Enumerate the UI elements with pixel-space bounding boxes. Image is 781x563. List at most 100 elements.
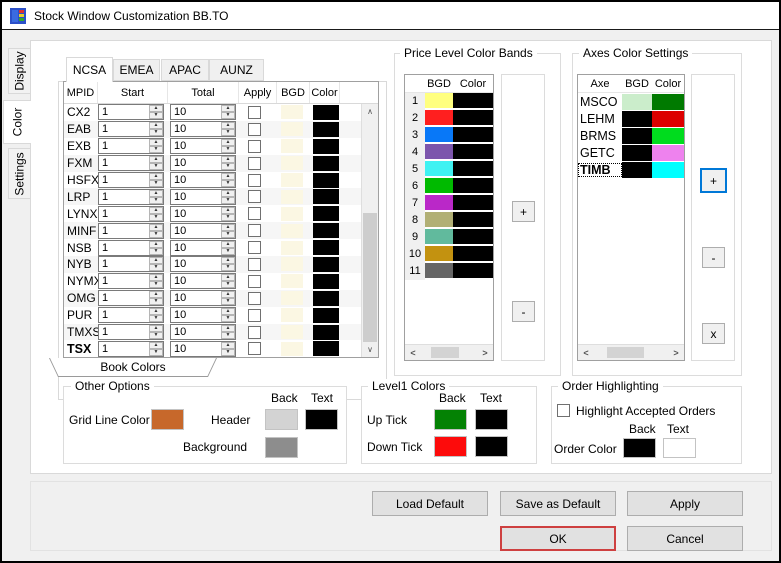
- spin-up-icon[interactable]: ▲: [149, 341, 163, 349]
- apply-checkbox[interactable]: [248, 241, 261, 255]
- start-value[interactable]: 1: [99, 342, 149, 356]
- bgd-swatch[interactable]: [281, 291, 303, 306]
- spin-down-icon[interactable]: ▼: [149, 112, 163, 120]
- up-tick-text-swatch[interactable]: [475, 409, 508, 430]
- color-swatch[interactable]: [313, 172, 339, 188]
- spin-up-icon[interactable]: ▲: [149, 325, 163, 333]
- bgd-swatch[interactable]: [425, 246, 453, 262]
- axe-label[interactable]: GETC: [578, 146, 622, 160]
- color-swatch[interactable]: [652, 144, 684, 161]
- apply-checkbox[interactable]: [248, 274, 261, 288]
- spin-up-icon[interactable]: ▲: [221, 240, 235, 248]
- apply-checkbox[interactable]: [248, 224, 261, 238]
- total-spinner[interactable]: 10 ▲ ▼: [170, 121, 236, 138]
- bgd-swatch[interactable]: [281, 189, 303, 204]
- total-spinner[interactable]: 10 ▲ ▼: [170, 188, 236, 205]
- total-spinner[interactable]: 10 ▲ ▼: [170, 138, 236, 155]
- scroll-left-icon[interactable]: <: [578, 348, 594, 358]
- total-spinner[interactable]: 10 ▲ ▼: [170, 172, 236, 188]
- order-back-swatch[interactable]: [623, 438, 656, 458]
- bgd-swatch[interactable]: [281, 156, 303, 171]
- tab-ncsa[interactable]: NCSA: [66, 57, 113, 82]
- start-value[interactable]: 1: [99, 173, 149, 187]
- spin-down-icon[interactable]: ▼: [221, 348, 235, 356]
- tab-apac[interactable]: APAC: [161, 59, 209, 81]
- spin-up-icon[interactable]: ▲: [221, 156, 235, 164]
- start-spinner[interactable]: 1 ▲ ▼: [98, 340, 164, 357]
- spin-up-icon[interactable]: ▲: [149, 223, 163, 231]
- start-spinner[interactable]: 1 ▲ ▼: [98, 307, 164, 324]
- total-value[interactable]: 10: [171, 173, 221, 187]
- scrollbar-track[interactable]: [594, 345, 668, 360]
- axe-label[interactable]: LEHM: [578, 112, 622, 126]
- ok-button[interactable]: OK: [500, 526, 616, 551]
- apply-checkbox[interactable]: [248, 190, 261, 204]
- apply-checkbox[interactable]: [248, 156, 261, 170]
- axis-row[interactable]: BRMS: [578, 127, 684, 144]
- total-value[interactable]: 10: [171, 122, 221, 136]
- header-text-swatch[interactable]: [305, 409, 338, 430]
- spin-down-icon[interactable]: ▼: [149, 281, 163, 289]
- bgd-swatch[interactable]: [622, 161, 652, 178]
- spin-down-icon[interactable]: ▼: [149, 196, 163, 204]
- bgd-swatch[interactable]: [425, 127, 453, 143]
- bgd-swatch[interactable]: [281, 122, 303, 137]
- color-swatch[interactable]: [313, 273, 339, 289]
- total-value[interactable]: 10: [171, 241, 221, 255]
- color-swatch[interactable]: [453, 144, 493, 160]
- spin-down-icon[interactable]: ▼: [149, 180, 163, 187]
- color-swatch[interactable]: [313, 104, 339, 120]
- remove-band-button[interactable]: -: [512, 301, 535, 322]
- bgd-swatch[interactable]: [281, 173, 303, 187]
- total-spinner[interactable]: 10 ▲ ▼: [170, 205, 236, 222]
- spin-up-icon[interactable]: ▲: [149, 206, 163, 214]
- save-as-default-button[interactable]: Save as Default: [500, 491, 616, 516]
- apply-checkbox[interactable]: [248, 173, 261, 187]
- spin-down-icon[interactable]: ▼: [221, 196, 235, 204]
- spin-down-icon[interactable]: ▼: [149, 129, 163, 137]
- spin-up-icon[interactable]: ▲: [149, 291, 163, 299]
- bgd-swatch[interactable]: [281, 257, 303, 272]
- total-spinner[interactable]: 10 ▲ ▼: [170, 340, 236, 357]
- color-swatch[interactable]: [453, 161, 493, 177]
- spin-down-icon[interactable]: ▼: [221, 281, 235, 289]
- apply-checkbox[interactable]: [248, 257, 261, 271]
- bgd-swatch[interactable]: [622, 144, 652, 161]
- spin-up-icon[interactable]: ▲: [221, 274, 235, 282]
- bgd-swatch[interactable]: [281, 308, 303, 323]
- spin-down-icon[interactable]: ▼: [221, 332, 235, 340]
- spin-up-icon[interactable]: ▲: [221, 257, 235, 265]
- total-value[interactable]: 10: [171, 274, 221, 288]
- bgd-swatch[interactable]: [281, 139, 303, 154]
- total-value[interactable]: 10: [171, 224, 221, 238]
- bgd-swatch[interactable]: [425, 263, 453, 279]
- color-swatch[interactable]: [652, 93, 684, 110]
- apply-checkbox[interactable]: [248, 291, 261, 305]
- start-spinner[interactable]: 1 ▲ ▼: [98, 121, 164, 138]
- total-value[interactable]: 10: [171, 190, 221, 204]
- spin-up-icon[interactable]: ▲: [149, 105, 163, 113]
- spin-up-icon[interactable]: ▲: [221, 122, 235, 130]
- horizontal-scrollbar[interactable]: < >: [578, 344, 684, 360]
- bgd-swatch[interactable]: [425, 229, 453, 245]
- total-spinner[interactable]: 10 ▲ ▼: [170, 239, 236, 256]
- highlight-accepted-orders-checkbox[interactable]: [557, 404, 570, 417]
- spin-down-icon[interactable]: ▼: [149, 163, 163, 171]
- add-axis-button[interactable]: +: [700, 168, 727, 193]
- spin-down-icon[interactable]: ▼: [149, 348, 163, 356]
- bgd-swatch[interactable]: [281, 105, 303, 120]
- spin-up-icon[interactable]: ▲: [221, 325, 235, 333]
- color-swatch[interactable]: [453, 178, 493, 194]
- start-spinner[interactable]: 1 ▲ ▼: [98, 155, 164, 172]
- bgd-swatch[interactable]: [281, 223, 303, 238]
- color-swatch[interactable]: [453, 195, 493, 211]
- color-swatch[interactable]: [453, 110, 493, 126]
- color-swatch[interactable]: [313, 189, 339, 205]
- title-bar[interactable]: Stock Window Customization BB.TO: [2, 2, 779, 30]
- load-default-button[interactable]: Load Default: [372, 491, 488, 516]
- spin-down-icon[interactable]: ▼: [221, 264, 235, 272]
- spin-down-icon[interactable]: ▼: [221, 180, 235, 187]
- color-swatch[interactable]: [453, 246, 493, 262]
- color-swatch[interactable]: [313, 341, 339, 357]
- header-back-swatch[interactable]: [265, 409, 298, 430]
